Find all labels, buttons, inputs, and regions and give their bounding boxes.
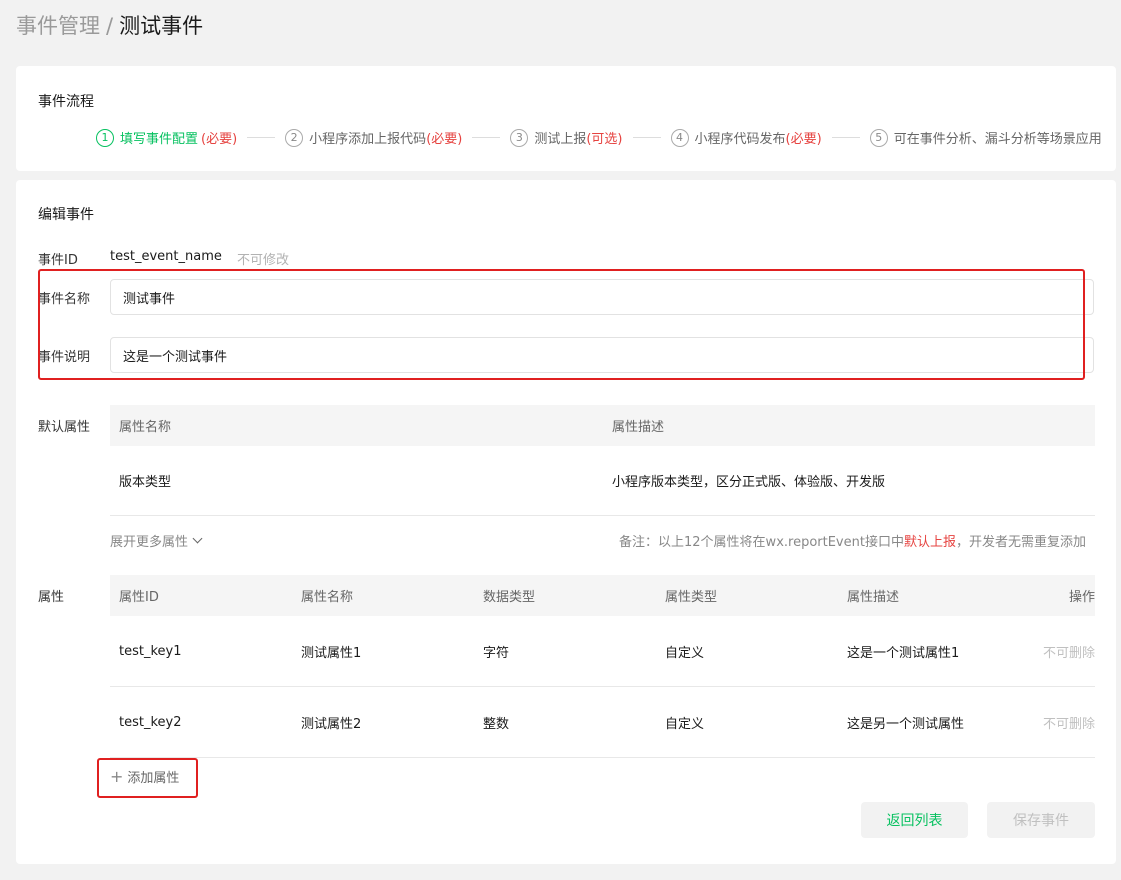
- step-number: 3: [510, 128, 529, 147]
- step-connector: [472, 137, 501, 138]
- step-label: 小程序代码发布: [694, 132, 786, 147]
- flow-step-3: 3 测试上报 (可选): [510, 128, 623, 147]
- step-tag: (必要): [201, 132, 238, 147]
- column-header: 属性类型: [665, 590, 718, 605]
- attr-name-cell: 版本类型: [119, 475, 172, 490]
- column-header: 属性描述: [612, 420, 665, 435]
- event-id-label: 事件ID: [38, 253, 78, 268]
- edit-title: 编辑事件: [38, 207, 94, 223]
- table-row: test_key2 测试属性2 整数 自定义 这是另一个测试属性 不可删除: [110, 687, 1095, 758]
- remark-highlight: 默认上报: [903, 535, 956, 550]
- flow-step-2: 2 小程序添加上报代码 (必要): [285, 128, 462, 147]
- attr-desc-cell: 小程序版本类型，区分正式版、体验版、开发版: [612, 475, 886, 490]
- breadcrumb: 事件管理 / 测试事件: [16, 12, 203, 40]
- step-number: 2: [285, 128, 304, 147]
- step-connector: [247, 137, 276, 138]
- step-connector: [831, 137, 860, 138]
- step-number: 1: [96, 128, 114, 147]
- event-desc-label: 事件说明: [38, 350, 91, 365]
- attr-desc-cell: 这是一个测试属性1: [847, 645, 960, 661]
- default-attrs-remark: 备注：以上12个属性将在wx.reportEvent接口中默认上报，开发者无需重…: [619, 531, 1086, 550]
- attrs-label: 属性: [38, 590, 65, 605]
- edit-event-card: 编辑事件 事件ID test_event_name 不可修改 事件名称 事件说明…: [16, 180, 1116, 864]
- attrs-table: 属性ID 属性名称 数据类型 属性类型 属性描述 操作 test_key1 测试…: [110, 575, 1095, 758]
- remark-suffix: ，开发者无需重复添加: [955, 535, 1086, 550]
- column-header: 属性名称: [301, 590, 354, 605]
- flow-title: 事件流程: [38, 94, 94, 110]
- default-attrs-table: 属性名称 属性描述 版本类型 小程序版本类型，区分正式版、体验版、开发版: [110, 405, 1095, 516]
- step-tag: (必要): [426, 132, 463, 147]
- attr-atype-cell: 自定义: [665, 645, 705, 661]
- step-tag: (可选): [586, 132, 623, 147]
- flow-step-1: 1 填写事件配置 (必要): [96, 128, 237, 147]
- attr-name-cell: 测试属性1: [301, 645, 362, 661]
- expand-more-attrs-button[interactable]: 展开更多属性: [110, 531, 203, 550]
- flow-steps: 1 填写事件配置 (必要) 2 小程序添加上报代码 (必要) 3 测试上报 (可…: [96, 128, 1102, 147]
- attr-name-cell: 测试属性2: [301, 716, 362, 732]
- default-attrs-label: 默认属性: [38, 420, 91, 435]
- event-name-label: 事件名称: [38, 292, 91, 307]
- attr-atype-cell: 自定义: [665, 716, 705, 732]
- attr-id-cell: test_key1: [119, 643, 182, 659]
- table-header: 属性名称 属性描述: [110, 405, 1095, 446]
- flow-step-4: 4 小程序代码发布 (必要): [670, 128, 822, 147]
- save-event-button[interactable]: 保存事件: [987, 802, 1095, 838]
- breadcrumb-parent[interactable]: 事件管理: [16, 14, 100, 38]
- step-label: 填写事件配置: [120, 132, 199, 147]
- event-desc-input[interactable]: [110, 337, 1094, 373]
- table-row: 版本类型 小程序版本类型，区分正式版、体验版、开发版: [110, 446, 1095, 516]
- expand-label: 展开更多属性: [110, 535, 189, 550]
- remark-prefix: 备注：以上12个属性将在wx.reportEvent接口中: [619, 535, 904, 550]
- step-number: 5: [869, 128, 888, 147]
- add-attribute-label: 添加属性: [127, 771, 180, 786]
- step-label: 测试上报: [534, 132, 587, 147]
- event-id-value: test_event_name: [110, 249, 222, 264]
- step-label: 可在事件分析、漏斗分析等场景应用: [893, 132, 1102, 147]
- flow-step-5: 5 可在事件分析、漏斗分析等场景应用: [869, 128, 1102, 147]
- step-number: 4: [670, 128, 689, 147]
- column-header: 属性名称: [119, 420, 172, 435]
- plus-icon: +: [110, 766, 124, 786]
- attr-dtype-cell: 字符: [483, 645, 510, 661]
- delete-disabled-text: 不可删除: [1042, 645, 1095, 661]
- column-header: 数据类型: [483, 590, 536, 605]
- event-id-note: 不可修改: [237, 253, 290, 268]
- breadcrumb-separator: /: [106, 14, 114, 38]
- column-header: 属性描述: [847, 590, 900, 605]
- step-label: 小程序添加上报代码: [309, 132, 427, 147]
- page-title: 测试事件: [119, 14, 204, 38]
- delete-disabled-text: 不可删除: [1042, 716, 1095, 732]
- attr-id-cell: test_key2: [119, 714, 182, 730]
- event-flow-card: 事件流程 1 填写事件配置 (必要) 2 小程序添加上报代码 (必要) 3 测试…: [16, 66, 1116, 171]
- table-header: 属性ID 属性名称 数据类型 属性类型 属性描述 操作: [110, 575, 1095, 616]
- table-row: test_key1 测试属性1 字符 自定义 这是一个测试属性1 不可删除: [110, 616, 1095, 687]
- step-connector: [632, 137, 661, 138]
- chevron-down-icon: [192, 533, 203, 544]
- column-header: 属性ID: [119, 590, 159, 605]
- back-to-list-button[interactable]: 返回列表: [861, 802, 968, 838]
- event-name-input[interactable]: [110, 279, 1094, 315]
- step-tag: (必要): [785, 132, 822, 147]
- attr-dtype-cell: 整数: [483, 716, 510, 732]
- column-header: 操作: [1068, 590, 1095, 605]
- attr-desc-cell: 这是另一个测试属性: [847, 716, 965, 732]
- add-attribute-button[interactable]: + 添加属性: [110, 767, 179, 786]
